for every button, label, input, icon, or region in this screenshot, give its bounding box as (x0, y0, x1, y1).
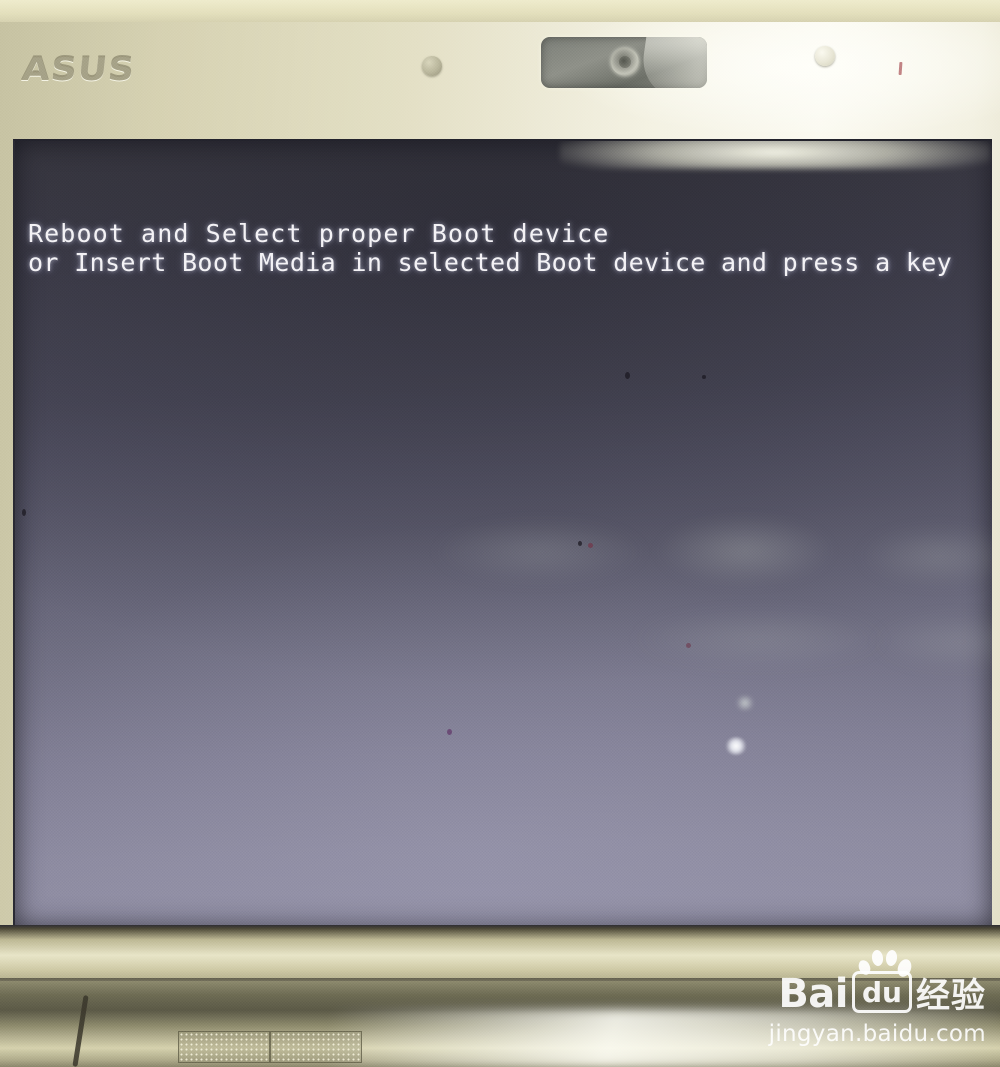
lid-top-edge (0, 0, 1000, 24)
screen-dust-speck (702, 375, 706, 379)
camera-lens-icon (611, 48, 639, 76)
screen-glare-top (560, 141, 990, 169)
screen-dust-speck (22, 509, 26, 516)
laptop-base (0, 981, 1000, 1067)
screen-reflection-blob (875, 616, 992, 668)
asus-logo: ASUS (20, 48, 154, 90)
screen-reflection-blob (860, 526, 992, 586)
rubber-bumper-dot-left (422, 56, 442, 76)
bios-message-line-2: or Insert Boot Media in selected Boot de… (28, 248, 953, 277)
screen-dust-speck (686, 643, 691, 648)
asus-logo-text: ASUS (20, 50, 137, 88)
screen-reflection-blob (655, 516, 835, 586)
webcam-sheen (638, 37, 707, 88)
webcam-icon (541, 37, 707, 88)
bios-message-line-1: Reboot and Select proper Boot device (28, 219, 610, 248)
rubber-bumper-dot-right (815, 46, 835, 66)
screen-dust-speck (588, 543, 593, 548)
bios-boot-error-message: Reboot and Select proper Boot device or … (28, 219, 952, 277)
speaker-grille-icon (270, 1031, 362, 1063)
screen-dust-speck (625, 372, 630, 379)
screen-specular-highlight (735, 696, 755, 710)
speaker-grille-icon (178, 1031, 270, 1063)
screen-specular-highlight (725, 737, 747, 755)
screen-reflection-blob (635, 611, 885, 667)
photograph-of-laptop: ASUS Reboot and Select proper Boot devic… (0, 0, 1000, 1067)
screen-dust-speck (578, 541, 582, 546)
bottom-bezel (0, 925, 1000, 981)
screen-dust-speck (447, 729, 452, 735)
screen-reflection-blob (435, 521, 645, 583)
